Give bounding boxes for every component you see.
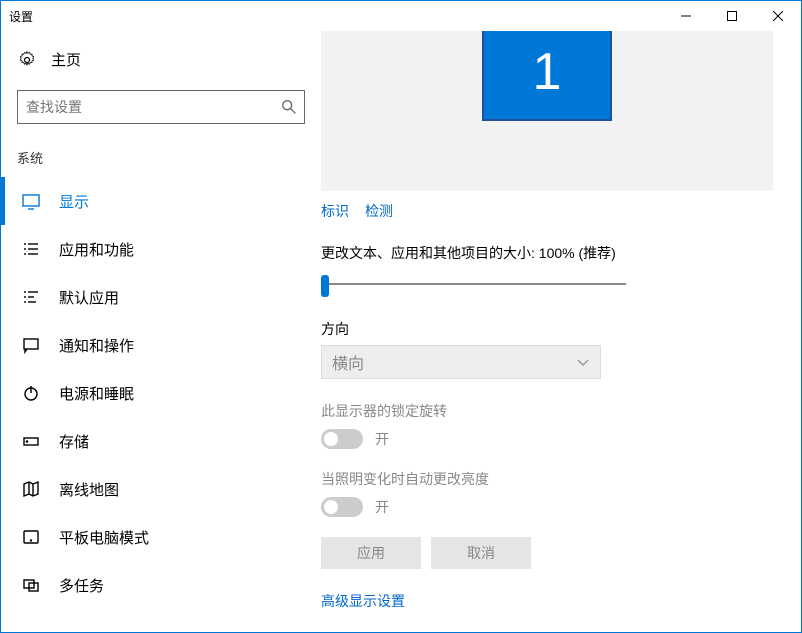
sidebar-item-label: 多任务 <box>59 575 104 596</box>
monitor-preview-area: 1 <box>321 31 773 191</box>
sidebar-item-apps[interactable]: 应用和功能 <box>1 225 321 273</box>
sidebar-item-maps[interactable]: 离线地图 <box>1 465 321 513</box>
sidebar-item-notifications[interactable]: 通知和操作 <box>1 321 321 369</box>
search-input[interactable] <box>26 99 280 115</box>
map-icon <box>21 479 41 499</box>
search-icon <box>280 98 298 116</box>
auto-brightness-toggle[interactable] <box>321 497 363 517</box>
home-button[interactable]: 主页 <box>1 41 321 84</box>
sidebar-item-tablet[interactable]: 平板电脑模式 <box>1 513 321 561</box>
window-title: 设置 <box>9 8 33 25</box>
sidebar-section-label: 系统 <box>1 142 321 177</box>
chat-icon <box>21 335 41 355</box>
lock-rotation-label: 此显示器的锁定旋转 <box>321 401 773 421</box>
lock-rotation-toggle[interactable] <box>321 429 363 449</box>
scale-label: 更改文本、应用和其他项目的大小: 100% (推荐) <box>321 243 773 263</box>
monitor-icon <box>21 191 41 211</box>
gear-icon <box>17 50 37 70</box>
slider-track <box>321 283 626 285</box>
orientation-value: 横向 <box>332 350 364 374</box>
sidebar-item-label: 应用和功能 <box>59 239 134 260</box>
sidebar-item-label: 离线地图 <box>59 479 119 500</box>
sidebar: 主页 系统 显示 应用和功能 默认应用 通知和操作 <box>1 31 321 632</box>
orientation-title: 方向 <box>321 319 773 339</box>
sidebar-item-display[interactable]: 显示 <box>1 177 321 225</box>
minimize-button[interactable] <box>663 1 709 31</box>
monitor-1[interactable]: 1 <box>482 31 612 121</box>
monitor-number: 1 <box>533 42 562 102</box>
advanced-link[interactable]: 高级显示设置 <box>321 593 405 609</box>
sidebar-item-label: 平板电脑模式 <box>59 527 149 548</box>
detect-link[interactable]: 检测 <box>365 201 393 221</box>
maximize-button[interactable] <box>709 1 755 31</box>
titlebar: 设置 <box>1 1 801 31</box>
sidebar-item-label: 电源和睡眠 <box>59 383 134 404</box>
storage-icon <box>21 431 41 451</box>
auto-brightness-label: 当照明变化时自动更改亮度 <box>321 469 773 489</box>
window-controls <box>663 1 801 31</box>
search-box[interactable] <box>17 90 305 124</box>
sidebar-item-label: 显示 <box>59 191 89 212</box>
power-icon <box>21 383 41 403</box>
apply-button[interactable]: 应用 <box>321 537 421 569</box>
chevron-down-icon <box>576 355 590 369</box>
lock-rotation-state: 开 <box>375 429 389 449</box>
main-content: 1 标识 检测 更改文本、应用和其他项目的大小: 100% (推荐) 方向 横向… <box>321 31 801 632</box>
identify-link[interactable]: 标识 <box>321 201 349 221</box>
cancel-button[interactable]: 取消 <box>431 537 531 569</box>
orientation-dropdown[interactable]: 横向 <box>321 345 601 379</box>
sidebar-item-power[interactable]: 电源和睡眠 <box>1 369 321 417</box>
multitask-icon <box>21 575 41 595</box>
slider-thumb[interactable] <box>321 275 329 297</box>
sidebar-nav: 显示 应用和功能 默认应用 通知和操作 电源和睡眠 存储 <box>1 177 321 609</box>
sidebar-item-label: 存储 <box>59 431 89 452</box>
close-button[interactable] <box>755 1 801 31</box>
sidebar-item-storage[interactable]: 存储 <box>1 417 321 465</box>
sidebar-item-label: 默认应用 <box>59 287 119 308</box>
sidebar-item-default-apps[interactable]: 默认应用 <box>1 273 321 321</box>
sidebar-item-multitask[interactable]: 多任务 <box>1 561 321 609</box>
sidebar-item-label: 通知和操作 <box>59 335 134 356</box>
defaults-icon <box>21 287 41 307</box>
auto-brightness-state: 开 <box>375 497 389 517</box>
list-icon <box>21 239 41 259</box>
home-label: 主页 <box>51 49 81 70</box>
scale-slider[interactable] <box>321 273 626 297</box>
tablet-icon <box>21 527 41 547</box>
